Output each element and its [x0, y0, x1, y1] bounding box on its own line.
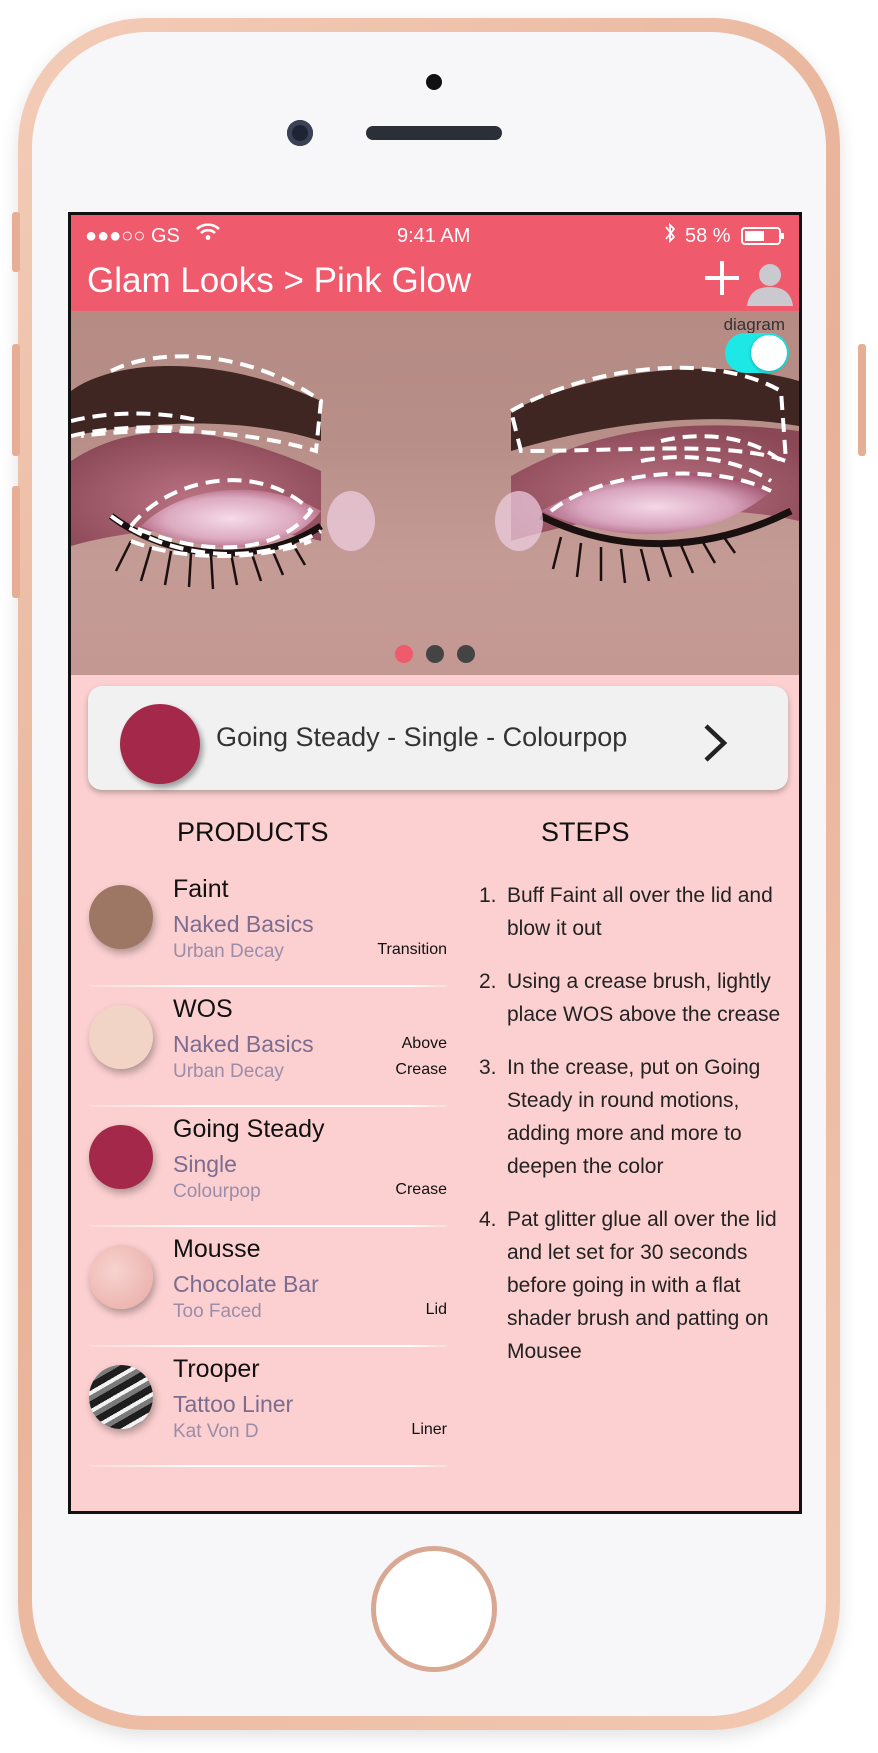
product-brand: Too Faced — [173, 1301, 262, 1322]
step-number: 2. — [479, 970, 497, 993]
step-text: In the crease, put on Going Steady in ro… — [507, 1056, 761, 1178]
product-placement: Crease — [395, 1181, 447, 1198]
product-brand: Colourpop — [173, 1181, 261, 1202]
product-item[interactable]: Faint Naked Basics Urban Decay Transitio… — [89, 875, 447, 993]
product-brand: Kat Von D — [173, 1421, 259, 1442]
product-line: Naked Basics — [173, 1031, 314, 1057]
product-line: Naked Basics — [173, 911, 314, 937]
front-camera — [287, 120, 313, 146]
product-line: Chocolate Bar — [173, 1271, 319, 1297]
app-screen: ●●●○○ GS 9:41 AM 58 % Glam Looks > Pink … — [68, 212, 802, 1514]
pagination-dot[interactable] — [426, 645, 444, 663]
step-item: 4. Pat glitter glue all over the lid and … — [479, 1203, 789, 1368]
add-look-button[interactable] — [703, 247, 741, 310]
step-number: 4. — [479, 1208, 497, 1231]
battery-icon — [741, 226, 785, 252]
plus-icon — [705, 261, 739, 295]
pagination-dot[interactable] — [457, 645, 475, 663]
steps-list: 1. Buff Faint all over the lid and blow i… — [479, 879, 789, 1388]
step-text: Using a crease brush, lightly place WOS … — [507, 970, 781, 1026]
step-number: 3. — [479, 1056, 497, 1079]
volume-down-button — [12, 486, 20, 598]
product-swatch — [89, 1125, 153, 1189]
chevron-right-icon[interactable] — [700, 722, 730, 764]
divider — [89, 985, 447, 987]
carousel-pagination — [395, 645, 488, 668]
power-button — [858, 344, 866, 456]
divider — [89, 1105, 447, 1107]
product-item[interactable]: Mousse Chocolate Bar Too Faced Lid — [89, 1235, 447, 1353]
product-swatch — [89, 1005, 153, 1069]
product-placement: Crease — [395, 1061, 447, 1078]
featured-color-swatch — [120, 704, 200, 784]
home-button[interactable] — [371, 1546, 497, 1672]
featured-product-name: Going Steady - Single - Colourpop — [216, 722, 628, 752]
step-item: 1. Buff Faint all over the lid and blow i… — [479, 879, 789, 945]
diagram-toggle[interactable] — [725, 333, 789, 373]
featured-product-card[interactable]: Going Steady - Single - Colourpop — [88, 686, 788, 790]
divider — [89, 1465, 447, 1467]
app-header: ●●●○○ GS 9:41 AM 58 % Glam Looks > Pink … — [71, 215, 799, 311]
pagination-dot-active[interactable] — [395, 645, 413, 663]
divider — [89, 1345, 447, 1347]
step-item: 2. Using a crease brush, lightly place WO… — [479, 965, 789, 1031]
product-name: Faint — [173, 875, 229, 903]
steps-heading: STEPS — [541, 817, 630, 847]
product-placement: Lid — [425, 1301, 447, 1318]
product-swatch — [89, 885, 153, 949]
carrier-label: ●●●○○ GS — [85, 225, 180, 247]
step-text: Pat glitter glue all over the lid and le… — [507, 1208, 777, 1363]
divider — [89, 1225, 447, 1227]
eye-makeup-photo — [71, 354, 799, 590]
status-bar: ●●●○○ GS 9:41 AM 58 % — [71, 215, 799, 251]
product-line: Tattoo Liner — [173, 1391, 294, 1417]
profile-button[interactable] — [743, 261, 793, 307]
look-image-carousel[interactable]: diagram — [71, 311, 799, 675]
product-name: WOS — [173, 995, 233, 1023]
step-item: 3. In the crease, put on Going Steady in … — [479, 1051, 789, 1183]
product-name: Trooper — [173, 1355, 260, 1383]
products-heading: PRODUCTS — [177, 817, 329, 847]
page-title: Glam Looks > Pink Glow — [87, 261, 472, 300]
bluetooth-icon — [663, 221, 677, 251]
status-time: 9:41 AM — [397, 225, 471, 247]
step-text: Buff Faint all over the lid and blow it … — [507, 884, 773, 940]
step-number: 1. — [479, 884, 497, 907]
product-item[interactable]: Going Steady Single Colourpop Crease — [89, 1115, 447, 1233]
product-brand: Urban Decay — [173, 1061, 284, 1082]
diagram-toggle-label: diagram — [723, 315, 785, 334]
wifi-icon — [195, 221, 221, 249]
mute-switch — [12, 212, 20, 272]
product-name: Mousse — [173, 1235, 261, 1263]
product-item[interactable]: WOS Naked Basics Urban Decay Above Creas… — [89, 995, 447, 1113]
product-placement-line1: Above — [401, 1035, 447, 1052]
product-line: Single — [173, 1151, 237, 1177]
product-name: Going Steady — [173, 1115, 325, 1143]
product-placement: Liner — [411, 1421, 447, 1438]
earpiece-speaker — [366, 126, 502, 140]
product-swatch — [89, 1245, 153, 1309]
user-icon — [747, 264, 793, 306]
proximity-sensor — [426, 74, 442, 90]
volume-up-button — [12, 344, 20, 456]
product-placement: Transition — [377, 941, 447, 958]
product-swatch — [89, 1365, 153, 1429]
product-item[interactable]: Trooper Tattoo Liner Kat Von D Liner — [89, 1355, 447, 1473]
battery-percent: 58 % — [685, 225, 731, 247]
product-brand: Urban Decay — [173, 941, 284, 962]
